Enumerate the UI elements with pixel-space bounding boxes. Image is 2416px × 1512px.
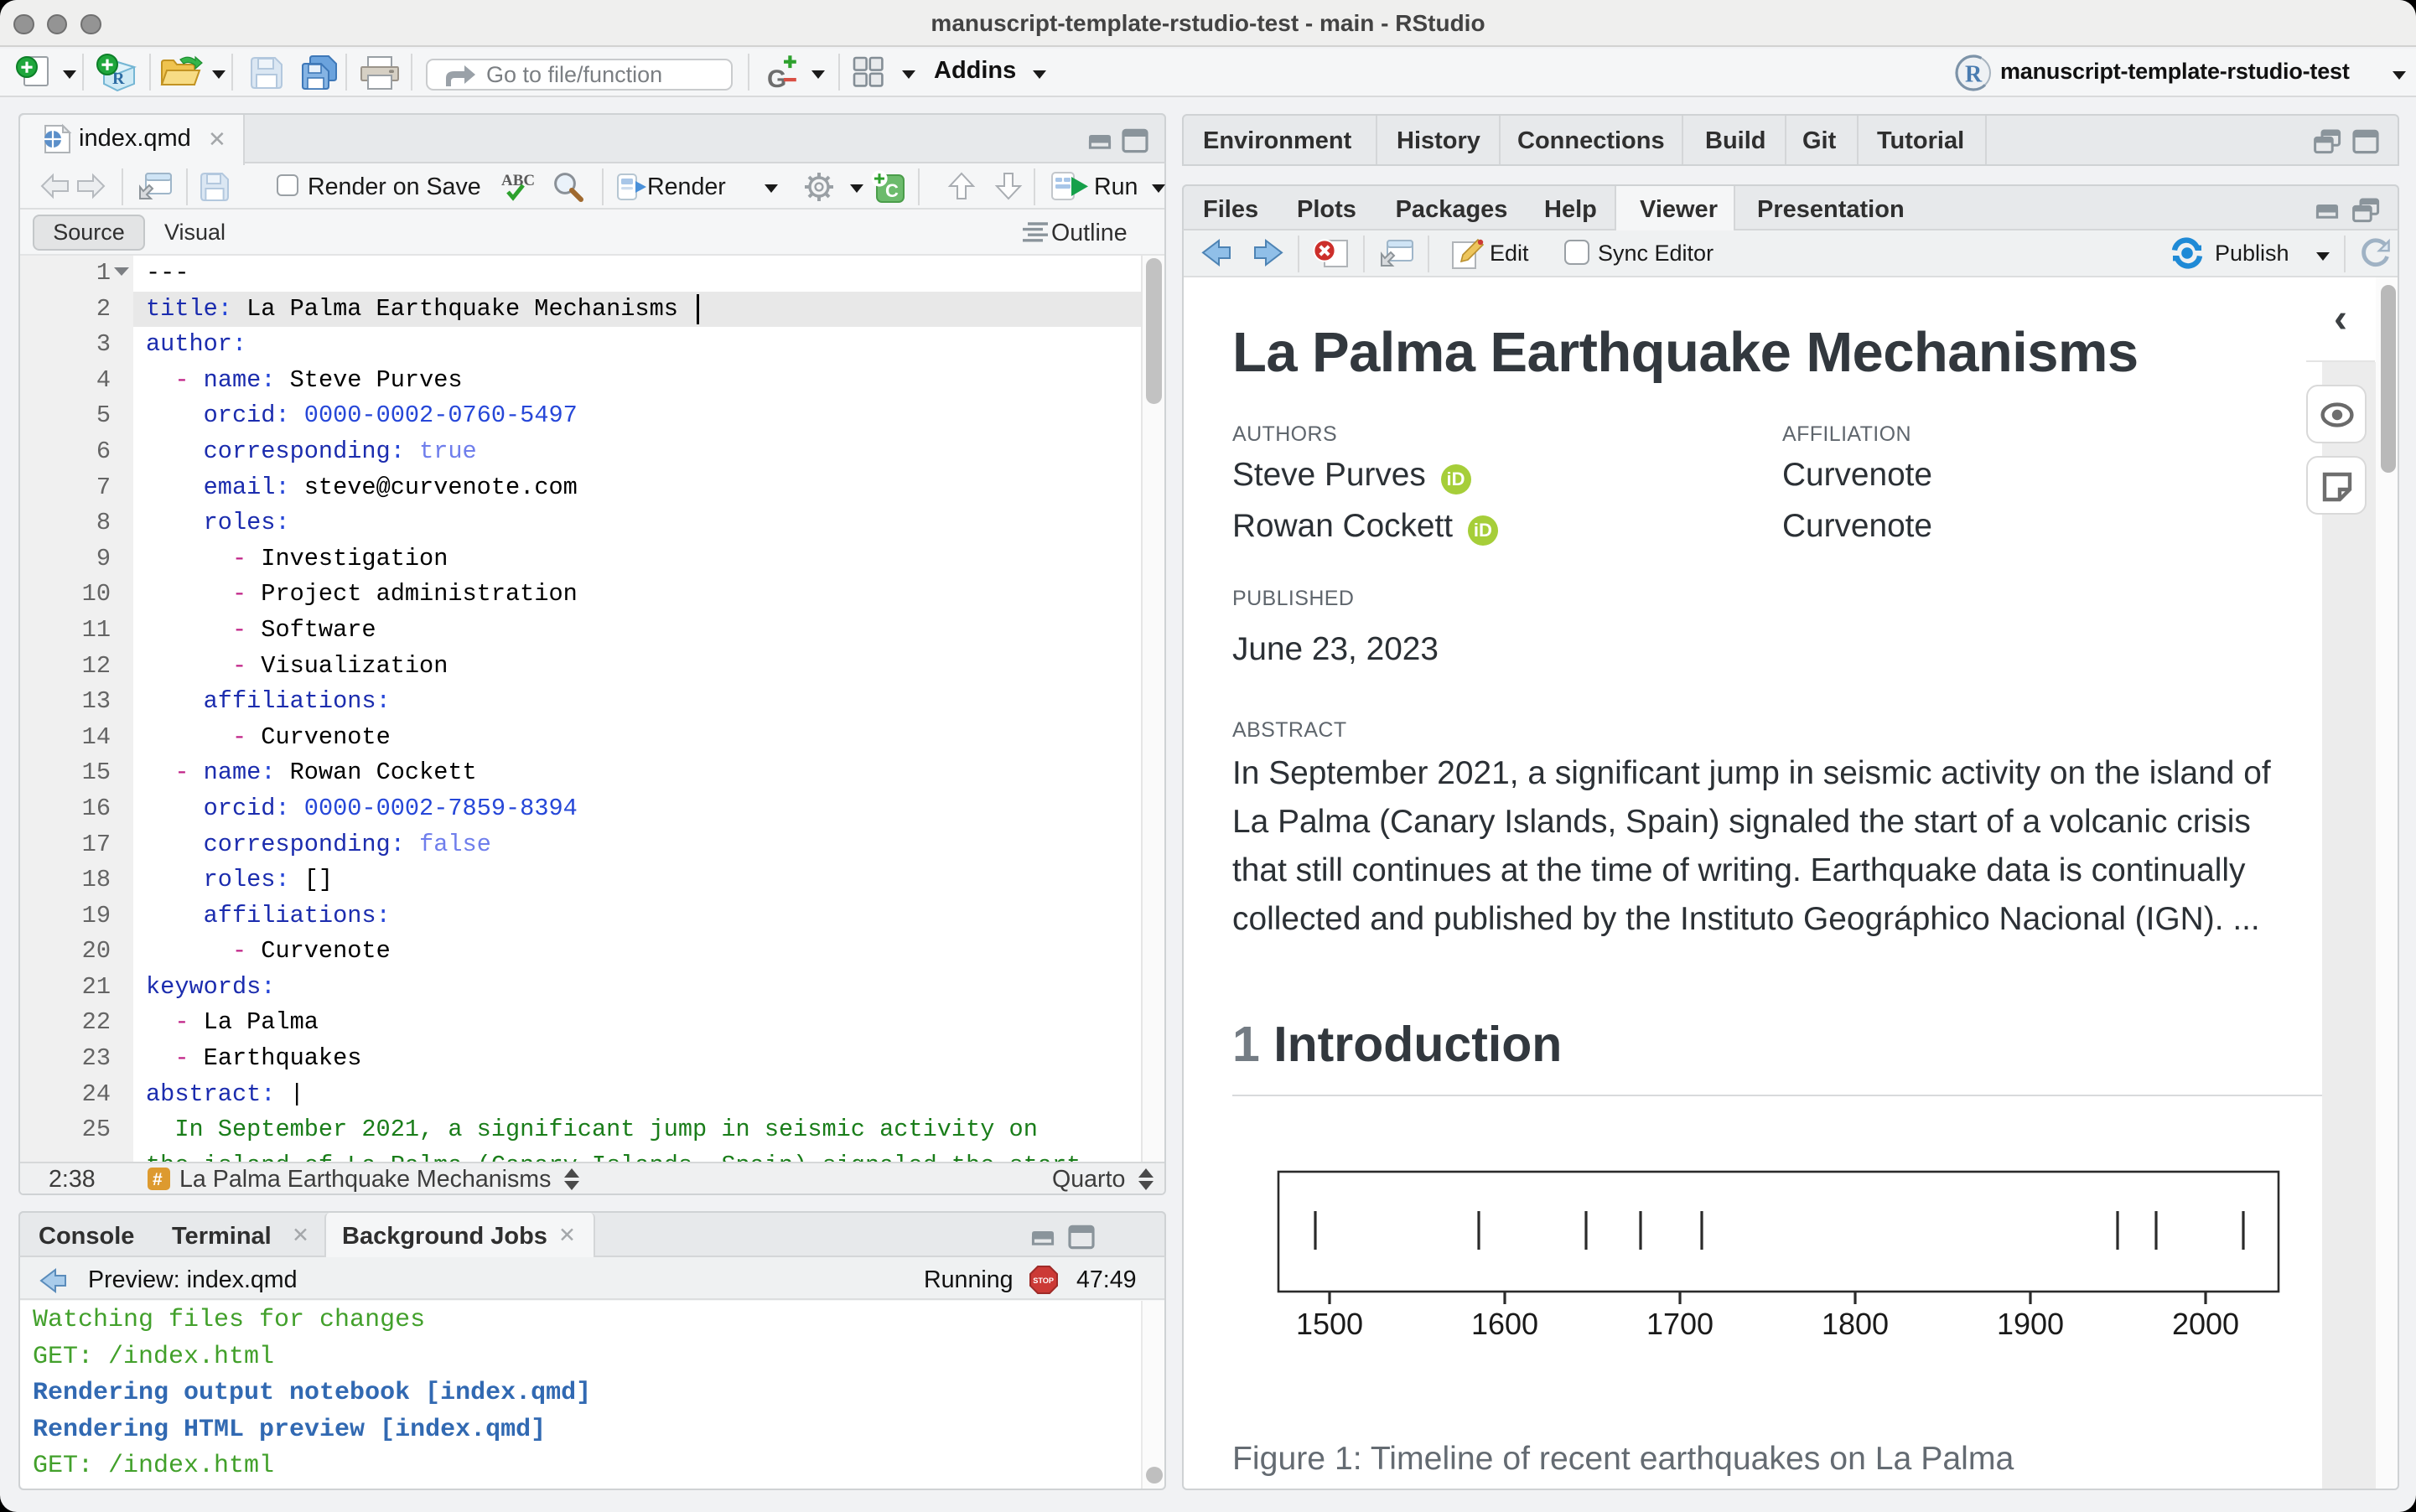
svg-text:ABC: ABC — [501, 172, 535, 189]
svg-text:STOP: STOP — [1033, 1276, 1054, 1285]
svg-text:1800: 1800 — [1822, 1307, 1889, 1341]
svg-text:C: C — [885, 180, 899, 201]
svg-text:#: # — [153, 1170, 163, 1189]
svg-text:G: G — [767, 65, 786, 93]
svg-text:1900: 1900 — [1997, 1307, 2064, 1341]
svg-text:R: R — [1965, 61, 1983, 87]
svg-text:1600: 1600 — [1471, 1307, 1538, 1341]
svg-text:1500: 1500 — [1296, 1307, 1363, 1341]
svg-text:2000: 2000 — [2172, 1307, 2239, 1341]
svg-text:1700: 1700 — [1646, 1307, 1713, 1341]
